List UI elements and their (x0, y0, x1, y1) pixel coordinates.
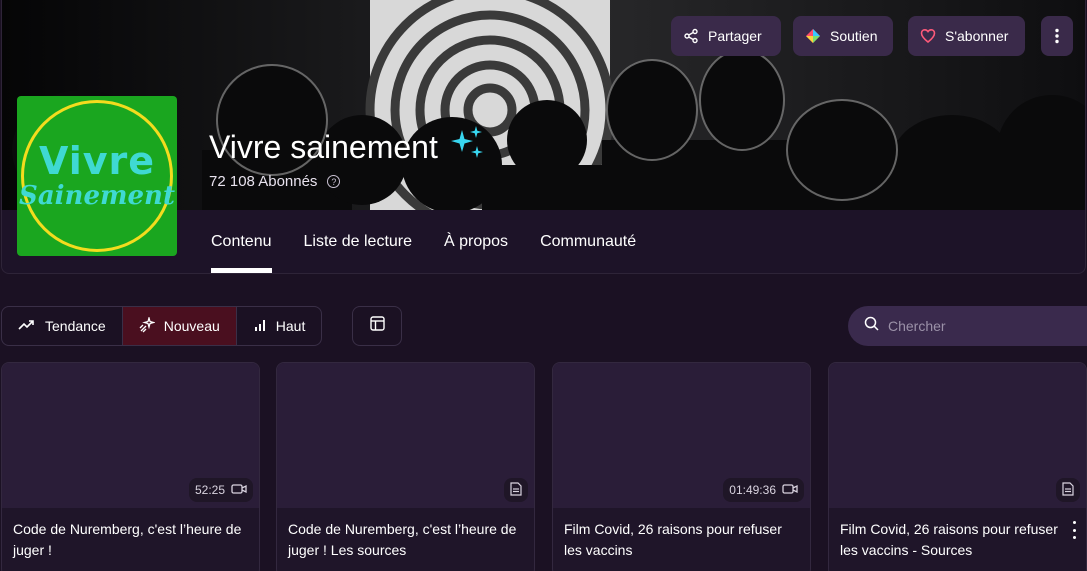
subscribe-label: S'abonner (945, 28, 1009, 44)
layout-icon (369, 316, 385, 336)
card-more-options-icon[interactable] (1070, 521, 1078, 539)
card-title[interactable]: Code de Nuremberg, c'est l’heure de juge… (2, 508, 259, 561)
avatar-ring: Vivre Sainement (19, 100, 175, 252)
more-vertical-icon (1049, 28, 1065, 44)
content-card[interactable]: 52:25 Code de Nuremberg, c'est l’heure d… (1, 362, 260, 571)
share-button[interactable]: Partager (671, 16, 781, 56)
card-thumbnail[interactable] (277, 363, 534, 508)
card-title[interactable]: Film Covid, 26 raisons pour refuser les … (829, 508, 1086, 561)
sparkles-icon (448, 124, 486, 170)
trending-icon (18, 318, 36, 334)
filter-haut[interactable]: Haut (237, 307, 322, 345)
content-card[interactable]: Code de Nuremberg, c'est l’heure de juge… (276, 362, 535, 571)
duration-badge: 01:49:36 (723, 478, 804, 502)
card-title[interactable]: Film Covid, 26 raisons pour refuser les … (553, 508, 810, 561)
subscriber-count-text: 72 108 Abonnés (209, 173, 318, 190)
avatar-text-line2: Sainement (19, 181, 175, 211)
video-camera-icon (782, 483, 798, 498)
tab-communaute[interactable]: Communauté (540, 210, 636, 273)
tab-contenu[interactable]: Contenu (211, 210, 272, 273)
layout-toggle-button[interactable] (352, 306, 402, 346)
duration-text: 01:49:36 (729, 483, 776, 497)
content-card[interactable]: Film Covid, 26 raisons pour refuser les … (828, 362, 1087, 571)
card-thumbnail[interactable] (829, 363, 1086, 508)
document-icon (510, 481, 522, 499)
card-thumbnail[interactable]: 52:25 (2, 363, 259, 508)
video-camera-icon (231, 483, 247, 498)
support-button[interactable]: Soutien (793, 16, 893, 56)
channel-avatar[interactable]: Vivre Sainement (17, 96, 177, 256)
filter-label: Haut (275, 318, 306, 334)
channel-tabs: Contenu Liste de lecture À propos Commun… (211, 210, 636, 273)
type-badge (1056, 478, 1080, 502)
channel-title: Vivre sainement (209, 124, 486, 170)
content-card[interactable]: 01:49:36 Film Covid, 26 raisons pour ref… (552, 362, 811, 571)
share-label: Partager (708, 28, 762, 44)
channel-name: Vivre sainement (209, 128, 438, 165)
subscriber-count: 72 108 Abonnés ? (209, 173, 341, 190)
duration-text: 52:25 (194, 483, 225, 497)
card-title[interactable]: Code de Nuremberg, c'est l’heure de juge… (277, 508, 534, 561)
support-label: Soutien (830, 28, 878, 44)
sort-filters: Tendance Nouveau Haut (1, 306, 323, 346)
support-icon (805, 28, 821, 44)
filter-label: Tendance (45, 318, 106, 334)
subscribe-button[interactable]: S'abonner (908, 16, 1025, 56)
heart-icon (920, 28, 936, 44)
share-icon (683, 28, 699, 44)
card-thumbnail[interactable]: 01:49:36 (553, 363, 810, 508)
duration-badge: 52:25 (188, 478, 253, 502)
search-box (848, 306, 1087, 346)
search-icon (864, 316, 879, 336)
tab-a-propos[interactable]: À propos (444, 210, 508, 273)
search-input[interactable] (888, 318, 1078, 334)
filter-nouveau[interactable]: Nouveau (122, 307, 237, 345)
filter-label: Nouveau (163, 318, 220, 334)
type-badge (504, 478, 528, 502)
channel-page: Partager Soutien S'abonner Contenu Liste… (0, 0, 1087, 571)
filter-tendance[interactable]: Tendance (2, 307, 123, 345)
more-options-button[interactable] (1041, 16, 1073, 56)
avatar-text-line1: Vivre (38, 139, 156, 183)
document-icon (1062, 481, 1074, 499)
bar-chart-icon (253, 318, 267, 334)
help-icon[interactable]: ? (327, 175, 341, 188)
sparkle-icon (139, 315, 156, 336)
tab-liste-de-lecture[interactable]: Liste de lecture (304, 210, 413, 273)
